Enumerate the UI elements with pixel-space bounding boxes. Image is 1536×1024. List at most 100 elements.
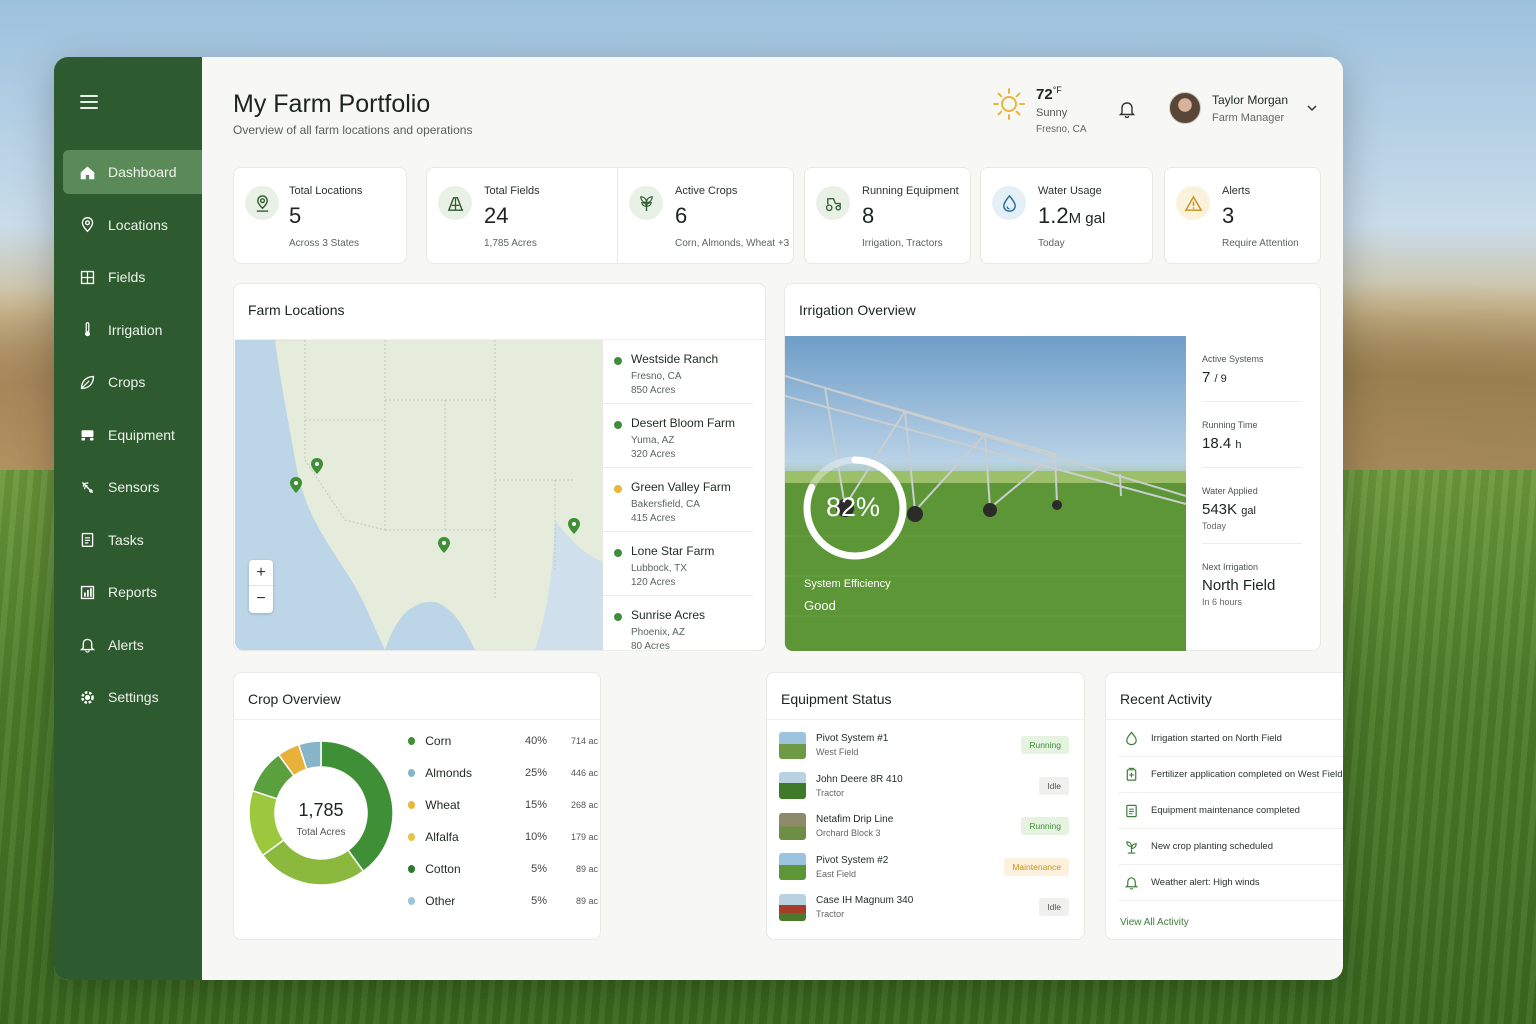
legend-swatch	[408, 737, 416, 745]
stat-value: 3	[1222, 203, 1235, 228]
status-badge: Running	[1021, 817, 1069, 835]
sidebar-item-label: Alerts	[108, 636, 144, 653]
location-item[interactable]: Westside Ranch Fresno, CA 850 Acres	[603, 340, 753, 404]
user-menu[interactable]: Taylor Morgan Farm Manager	[1169, 92, 1318, 124]
equipment-name: Pivot System #2	[816, 854, 889, 866]
sidebar-item-crops[interactable]: Crops	[63, 360, 202, 404]
equipment-row[interactable]: Pivot System #1 West Field Running	[779, 725, 1071, 765]
status-badge: Idle	[1039, 898, 1069, 916]
stat-card-locations[interactable]: Total Locations 5 Across 3 States	[233, 167, 407, 264]
sidebar-item-alerts[interactable]: Alerts	[63, 623, 202, 667]
location-item[interactable]: Green Valley Farm Bakersfield, CA 415 Acr…	[603, 468, 753, 532]
crop-percent: 5%	[531, 863, 548, 875]
zoom-in-button[interactable]: +	[249, 560, 273, 586]
location-item[interactable]: Lone Star Farm Lubbock, TX 120 Acres	[603, 532, 753, 596]
notifications-bell-icon[interactable]	[1117, 99, 1137, 119]
thermometer-icon	[78, 321, 96, 339]
gear-icon	[78, 688, 96, 706]
irrigation-overview-card: Irrigation Overview 82% System Efficienc…	[784, 283, 1321, 651]
chevron-down-icon[interactable]	[1306, 102, 1318, 114]
activity-item[interactable]: Fertilizer application completed on West…	[1118, 757, 1343, 793]
location-item[interactable]: Sunrise Acres Phoenix, AZ 80 Acres	[603, 596, 753, 652]
stat-value: 5	[289, 203, 302, 228]
irrigation-stat-value: 543K gal	[1202, 501, 1256, 518]
stat-card-alerts[interactable]: Alerts 3 Require Attention	[1164, 167, 1321, 264]
sidebar-item-fields[interactable]: Fields	[63, 255, 202, 299]
equipment-status-card: Equipment Status Pivot System #1 West Fi…	[766, 672, 1085, 940]
stat-card-fields[interactable]: Total Fields 24 1,785 Acres	[427, 168, 617, 263]
stat-value: 8	[862, 203, 875, 228]
stat-card-crops[interactable]: Active Crops 6 Corn, Almonds, Wheat +3	[618, 168, 795, 263]
irrigation-stat-label: Water Applied	[1202, 486, 1258, 496]
sidebar-item-label: Locations	[108, 216, 168, 233]
sidebar-item-equipment[interactable]: Equipment	[63, 413, 202, 457]
equipment-thumbnail	[779, 893, 806, 921]
activity-item[interactable]: Irrigation started on North Field 2 hour…	[1118, 721, 1343, 757]
donut-slice-almonds	[261, 838, 365, 886]
stat-label: Total Locations	[289, 185, 363, 197]
location-status-dot	[614, 485, 622, 493]
map-pin-icon	[245, 186, 279, 220]
location-item[interactable]: Desert Bloom Farm Yuma, AZ 320 Acres	[603, 404, 753, 468]
location-name: Sunrise Acres	[631, 608, 706, 622]
crop-percent: 10%	[525, 831, 548, 843]
zoom-out-button[interactable]: −	[249, 586, 273, 612]
sidebar-item-reports[interactable]: Reports	[63, 570, 202, 614]
stat-note: 1,785 Acres	[484, 238, 537, 249]
equipment-row[interactable]: Netafim Drip Line Orchard Block 3 Runnin…	[779, 806, 1071, 846]
stat-card-water[interactable]: Water Usage 1.2M gal Today	[980, 167, 1153, 264]
view-all-activity-link[interactable]: View All Activity	[1120, 917, 1189, 928]
menu-icon[interactable]	[80, 95, 98, 109]
crop-acres: 714 ac	[570, 736, 598, 746]
irrigation-stat-label: Next Irrigation	[1202, 562, 1259, 572]
app-window: Dashboard Locations Fields Irrigation Cr…	[54, 57, 1343, 980]
sidebar-item-irrigation[interactable]: Irrigation	[63, 308, 202, 352]
crop-overview-card: Crop Overview 1,785 Total Acres Corn 40%…	[233, 672, 601, 940]
sidebar-item-tasks[interactable]: Tasks	[63, 518, 202, 562]
legend-swatch	[408, 801, 416, 809]
crop-acres: 268 ac	[570, 800, 598, 810]
farm-map[interactable]: + −	[235, 340, 603, 650]
equipment-row[interactable]: Pivot System #2 East Field Maintenance	[779, 847, 1071, 887]
sidebar-item-label: Reports	[108, 584, 158, 600]
equipment-row[interactable]: Case IH Magnum 340 Tractor Idle	[779, 887, 1071, 927]
crop-percent: 40%	[525, 735, 548, 747]
sidebar-item-settings[interactable]: Settings	[63, 675, 202, 719]
weather-widget[interactable]: 72°F Sunny Fresno, CA	[992, 85, 1087, 135]
equipment-row[interactable]: John Deere 8R 410 Tractor Idle	[779, 766, 1071, 806]
sidebar-item-label: Fields	[108, 269, 146, 285]
sidebar-item-locations[interactable]: Locations	[63, 203, 202, 247]
activity-item[interactable]: Weather alert: High winds 2 days ago	[1118, 865, 1343, 901]
sidebar-item-dashboard[interactable]: Dashboard	[63, 150, 202, 194]
sidebar-item-label: Equipment	[108, 426, 175, 443]
equipment-name: Netafim Drip Line	[816, 814, 894, 825]
legend-swatch	[408, 833, 416, 841]
location-details: Lubbock, TX 120 Acres	[631, 563, 687, 588]
clipboard-icon	[78, 531, 96, 549]
weather-unit: °F	[1052, 85, 1062, 95]
legend-swatch	[408, 769, 416, 777]
equipment-thumbnail	[779, 731, 806, 759]
plant-icon	[629, 186, 663, 220]
crop-percent: 5%	[531, 895, 548, 907]
sidebar-item-sensors[interactable]: Sensors	[63, 465, 202, 509]
equipment-type: Orchard Block 3	[816, 828, 881, 838]
activity-item[interactable]: Equipment maintenance completed 1 day ag…	[1118, 793, 1343, 829]
bell-icon	[78, 636, 96, 654]
sidebar-item-label: Sensors	[108, 479, 160, 495]
stat-card-equipment[interactable]: Running Equipment 8 Irrigation, Tractors	[804, 167, 971, 264]
equipment-thumbnail	[779, 812, 806, 840]
irrigation-photo: 82% System Efficiency Good	[785, 336, 1186, 651]
section-title: Equipment Status	[781, 691, 892, 707]
status-badge: Idle	[1039, 776, 1069, 795]
sidebar-nav: Dashboard Locations Fields Irrigation Cr…	[63, 150, 202, 728]
leaf-icon	[78, 373, 96, 391]
fertilizer-icon	[1126, 767, 1137, 781]
chart-icon	[78, 583, 96, 601]
crop-legend-row: Almonds 25% 446 ac	[408, 757, 598, 789]
irrigation-stats: Active Systems 7 / 9 Running Time 18.4 h…	[1202, 336, 1302, 634]
crop-percent: 25%	[525, 767, 548, 779]
activity-item[interactable]: New crop planting scheduled 2 days ago	[1118, 829, 1343, 865]
page-title: My Farm Portfolio	[233, 90, 431, 118]
legend-swatch	[408, 865, 416, 873]
